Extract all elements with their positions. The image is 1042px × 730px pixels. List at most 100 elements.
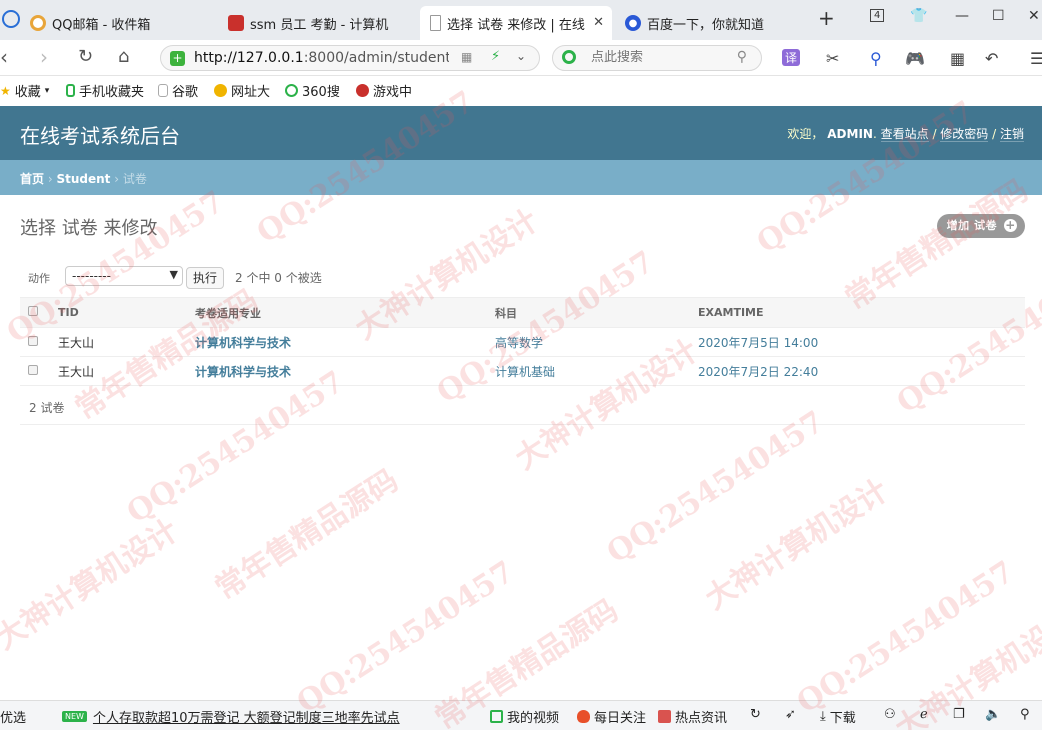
change-password-link[interactable]: 修改密码: [940, 127, 989, 142]
actions-bar: 动作 --------- ▼ 执行 2 个中 0 个被选: [20, 264, 1025, 290]
window-icon[interactable]: ❐: [953, 707, 965, 722]
new-tab-button[interactable]: +: [818, 6, 835, 30]
bookmark-label: 网址大: [231, 85, 271, 100]
action-select-value: ---------: [72, 269, 111, 283]
site-title[interactable]: 在线考试系统后台: [20, 120, 180, 149]
row-edit-link[interactable]: 计算机科学与技术: [195, 365, 291, 379]
action-select[interactable]: --------- ▼: [65, 266, 183, 286]
refresh-status-icon[interactable]: ↻: [750, 707, 761, 722]
view-site-link[interactable]: 查看站点: [880, 127, 929, 142]
bookmark-favorites[interactable]: ★ 收藏 ▾: [0, 81, 49, 100]
bookmarks-bar: ★ 收藏 ▾ 手机收藏夹 谷歌 网址大 360搜 游戏中: [0, 76, 1042, 104]
download-label: 下载: [829, 711, 856, 726]
close-tab-icon[interactable]: ✕: [593, 15, 604, 30]
lightning-icon[interactable]: ⚡: [491, 49, 500, 64]
cell-examtime: 2020年7月2日 22:40: [690, 356, 1025, 386]
column-major[interactable]: 考卷适用专业: [187, 297, 487, 328]
run-action-button[interactable]: 执行: [186, 267, 225, 289]
my-video-button[interactable]: 我的视频: [490, 707, 559, 726]
hot-news-button[interactable]: 热点资讯: [658, 707, 727, 726]
search-engine-icon: [562, 50, 576, 64]
tab-qqmail[interactable]: QQ邮箱 - 收件箱: [30, 6, 218, 40]
menu-icon[interactable]: ☰: [1030, 49, 1042, 68]
news-ticker[interactable]: NEW 个人存取款超10万需登记 大额登记制度三地率先试点: [62, 707, 400, 726]
skin-icon[interactable]: 👕: [910, 8, 927, 24]
bookmark-label: 360搜: [302, 85, 340, 100]
row-checkbox[interactable]: [28, 336, 38, 346]
subject-link[interactable]: 计算机基础: [495, 365, 555, 379]
tab-ssm[interactable]: ssm 员工 考勤 - 计算机: [228, 6, 413, 40]
watermark: QQ:254540457: [790, 554, 1021, 721]
address-bar: ‹ › ↻ ⌂ + http://127.0.0.1:8000/admin/st…: [0, 40, 1042, 76]
url-text[interactable]: http://127.0.0.1:8000/admin/student/p: [194, 50, 449, 66]
select-all-checkbox[interactable]: [28, 306, 38, 316]
chevron-down-icon[interactable]: ⌄: [516, 49, 526, 63]
bookmark-mobile[interactable]: 手机收藏夹: [66, 81, 144, 100]
bookmark-site-nav[interactable]: 网址大: [214, 81, 270, 100]
bookmark-360[interactable]: 360搜: [285, 81, 340, 100]
reload-icon[interactable]: ↻: [78, 47, 93, 67]
close-window-icon[interactable]: ✕: [1028, 8, 1040, 24]
minimize-icon[interactable]: —: [955, 8, 969, 24]
tab-label: 百度一下，你就知道: [647, 17, 765, 33]
subject-link[interactable]: 高等数学: [495, 336, 543, 350]
site-title-text: 在线考试系统后台: [20, 124, 180, 148]
column-examtime[interactable]: EXAMTIME: [690, 297, 1025, 328]
scissors-icon[interactable]: ✂: [826, 49, 839, 68]
hot-label: 热点资讯: [675, 711, 728, 726]
game-icon[interactable]: 🎮: [905, 49, 925, 68]
breadcrumb-app[interactable]: Student: [56, 172, 110, 186]
news-icon: [658, 710, 671, 723]
tab-baidu[interactable]: ● 百度一下，你就知道: [625, 6, 805, 40]
find-icon[interactable]: ⚲: [870, 49, 882, 68]
add-exam-button[interactable]: 增加 试卷 +: [936, 214, 1025, 238]
breadcrumb-home[interactable]: 首页: [20, 172, 44, 186]
row-checkbox[interactable]: [28, 365, 38, 375]
my-video-label: 我的视频: [507, 711, 560, 726]
daily-focus-button[interactable]: 每日关注: [577, 707, 646, 726]
bookmark-games[interactable]: 游戏中: [356, 81, 412, 100]
browser-logo-icon: [2, 10, 20, 28]
watermark: 常年售精品源码: [209, 463, 405, 607]
page-title: 选择 试卷 来修改: [20, 218, 158, 239]
qr-icon[interactable]: ▦: [461, 50, 472, 64]
extension-icon[interactable]: ⚇: [884, 707, 896, 722]
360-icon: [285, 84, 298, 97]
logout-link[interactable]: 注销: [999, 127, 1024, 142]
examtime-link[interactable]: 2020年7月2日 22:40: [698, 365, 818, 379]
bookmark-label: 手机收藏夹: [79, 85, 145, 100]
status-featured[interactable]: 优选: [0, 707, 26, 726]
cell-tid: 王大山: [50, 356, 187, 386]
breadcrumb: 首页 › Student › 试卷: [0, 160, 1042, 195]
url-field[interactable]: + http://127.0.0.1:8000/admin/student/p …: [160, 45, 540, 71]
tab-count-badge[interactable]: 4: [870, 9, 885, 22]
daily-label: 每日关注: [594, 711, 647, 726]
chevron-down-icon: ▾: [44, 85, 50, 96]
bookmark-google[interactable]: 谷歌: [158, 81, 198, 100]
apps-grid-icon[interactable]: ▦: [950, 49, 965, 68]
translate-icon[interactable]: 译: [782, 49, 801, 66]
maximize-icon[interactable]: ☐: [992, 8, 1005, 24]
rocket-icon[interactable]: ➶: [785, 707, 796, 722]
star-icon: ★: [0, 84, 11, 98]
ie-icon[interactable]: ℯ: [920, 707, 928, 722]
search-input[interactable]: [591, 50, 731, 65]
breadcrumb-current: 试卷: [122, 172, 147, 186]
row-edit-link[interactable]: 计算机科学与技术: [195, 336, 291, 350]
column-subject[interactable]: 科目: [487, 297, 690, 328]
undo-icon[interactable]: ↶: [985, 49, 998, 68]
zoom-icon[interactable]: ⚲: [1020, 707, 1030, 722]
column-tid[interactable]: TID: [50, 297, 187, 328]
watermark: 大神计算机设计: [699, 473, 895, 617]
search-icon[interactable]: ⚲: [737, 49, 747, 65]
download-button[interactable]: ⤓ 下载: [820, 707, 856, 726]
forward-icon[interactable]: ›: [40, 47, 48, 67]
home-icon[interactable]: ⌂: [118, 47, 129, 67]
new-badge: NEW: [62, 711, 87, 722]
back-icon[interactable]: ‹: [0, 47, 8, 67]
search-box[interactable]: ⚲: [552, 45, 762, 71]
examtime-link[interactable]: 2020年7月5日 14:00: [698, 336, 818, 350]
url-path: :8000/admin/student/p: [303, 50, 449, 66]
tab-active-exam[interactable]: 选择 试卷 来修改 | 在线 ✕: [420, 6, 612, 40]
volume-icon[interactable]: 🔈: [985, 707, 1001, 722]
